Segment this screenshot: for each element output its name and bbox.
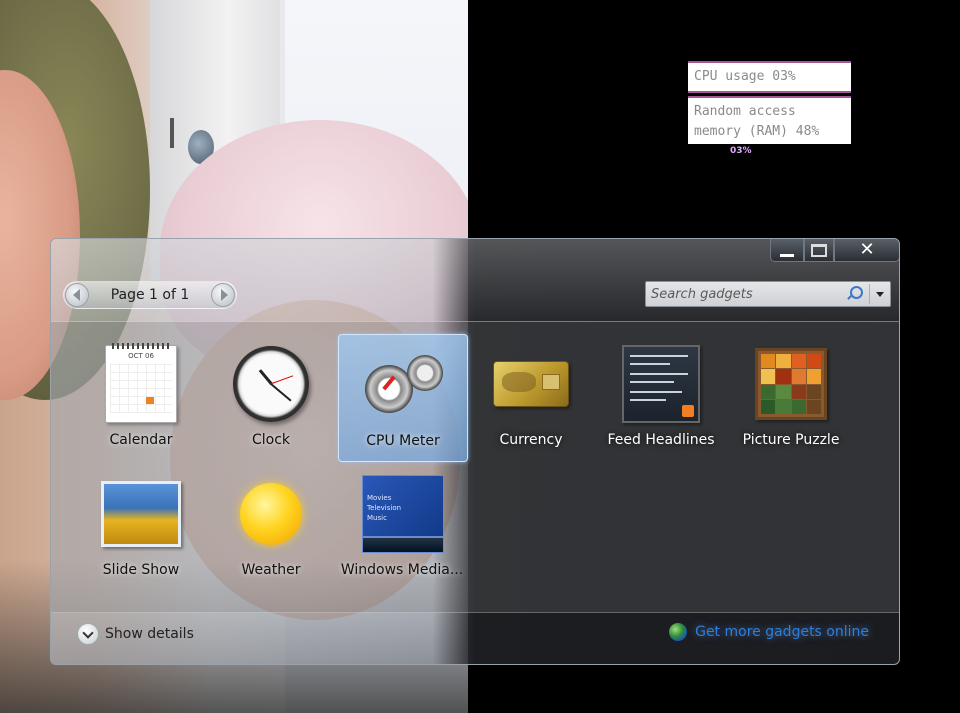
weather-icon xyxy=(231,474,311,554)
wmc-menu-item: Music xyxy=(367,514,387,522)
search-icon[interactable] xyxy=(845,284,869,304)
get-more-gadgets-label: Get more gadgets online xyxy=(695,624,869,640)
maximize-icon xyxy=(811,243,827,257)
minimize-button[interactable] xyxy=(770,239,804,262)
wallpaper-hook-arm xyxy=(170,118,174,148)
windows-media-center-icon: Movies Television Music xyxy=(362,474,444,554)
picture-puzzle-icon xyxy=(751,344,831,424)
gadget-label: Picture Puzzle xyxy=(742,432,840,448)
next-page-button[interactable] xyxy=(211,283,235,307)
search-dropdown-button[interactable] xyxy=(869,284,890,304)
cpu-usage-gadget[interactable]: CPU usage 03% Random access memory (RAM)… xyxy=(688,61,851,156)
cpu-mini-readout: 03% xyxy=(730,146,752,156)
window-controls: ✕ xyxy=(770,239,899,262)
search-box xyxy=(645,281,891,307)
gadget-label: Feed Headlines xyxy=(607,432,715,448)
gadget-tile-calendar[interactable]: OCT 06 Calendar xyxy=(77,334,205,460)
maximize-button[interactable] xyxy=(804,239,834,262)
close-icon: ✕ xyxy=(859,239,875,260)
cpu-meter-icon xyxy=(363,345,443,425)
show-details-toggle[interactable]: Show details xyxy=(77,623,194,645)
ram-line-1: Random access xyxy=(694,104,796,119)
page-indicator: Page 1 of 1 xyxy=(110,287,190,303)
gadget-tile-weather[interactable]: Weather xyxy=(207,464,335,590)
gadget-tile-feed-headlines[interactable]: Feed Headlines xyxy=(597,334,725,460)
gadget-label: Windows Media... xyxy=(340,562,464,578)
gadget-label: Weather xyxy=(241,562,301,578)
ram-usage-readout: Random access memory (RAM) 48% xyxy=(688,96,851,144)
calendar-icon: OCT 06 xyxy=(101,343,181,424)
gadget-tile-windows-media-center[interactable]: Movies Television Music Windows Media... xyxy=(338,464,466,590)
get-more-gadgets-link[interactable]: Get more gadgets online xyxy=(669,623,869,641)
chevron-down-icon xyxy=(876,291,884,297)
currency-icon xyxy=(491,344,571,424)
gadget-label: Slide Show xyxy=(102,562,180,578)
gadget-gallery-window: ✕ Page 1 of 1 OCT 06 Calend xyxy=(50,238,900,665)
gadget-tile-picture-puzzle[interactable]: Picture Puzzle xyxy=(727,334,855,460)
gadget-tile-cpu-meter[interactable]: CPU Meter xyxy=(338,334,468,462)
feed-headlines-icon xyxy=(621,344,701,424)
clock-icon xyxy=(231,344,311,424)
gadget-label: Calendar xyxy=(109,432,173,448)
gadget-tile-clock[interactable]: Clock xyxy=(207,334,335,460)
chevron-down-icon xyxy=(82,626,94,639)
close-button[interactable]: ✕ xyxy=(834,239,899,262)
window-footer: Show details Get more gadgets online xyxy=(51,613,899,664)
gadget-grid: OCT 06 Calendar Clock CPU Meter Currency… xyxy=(51,321,899,613)
search-gadgets-input[interactable] xyxy=(646,285,845,303)
previous-page-button[interactable] xyxy=(65,283,89,307)
calendar-month: OCT 06 xyxy=(128,352,154,360)
page-navigator: Page 1 of 1 xyxy=(63,281,237,309)
ram-line-2: memory (RAM) 48% xyxy=(694,124,820,139)
show-details-label: Show details xyxy=(105,626,194,642)
gadget-label: CPU Meter xyxy=(366,433,440,449)
gadget-tile-currency[interactable]: Currency xyxy=(467,334,595,460)
slide-show-icon xyxy=(101,474,181,554)
gadget-label: Clock xyxy=(251,432,291,448)
rss-icon xyxy=(682,405,694,417)
gadget-tile-slide-show[interactable]: Slide Show xyxy=(77,464,205,590)
cpu-usage-readout: CPU usage 03% xyxy=(688,61,851,93)
expand-button[interactable] xyxy=(77,623,99,645)
gadget-label: Currency xyxy=(499,432,563,448)
wmc-menu-item: Television xyxy=(367,504,402,512)
minimize-icon xyxy=(780,253,794,257)
globe-icon xyxy=(669,623,688,641)
arrow-right-icon xyxy=(220,289,228,301)
wmc-menu-item: Movies xyxy=(367,494,392,502)
arrow-left-icon xyxy=(72,289,80,301)
